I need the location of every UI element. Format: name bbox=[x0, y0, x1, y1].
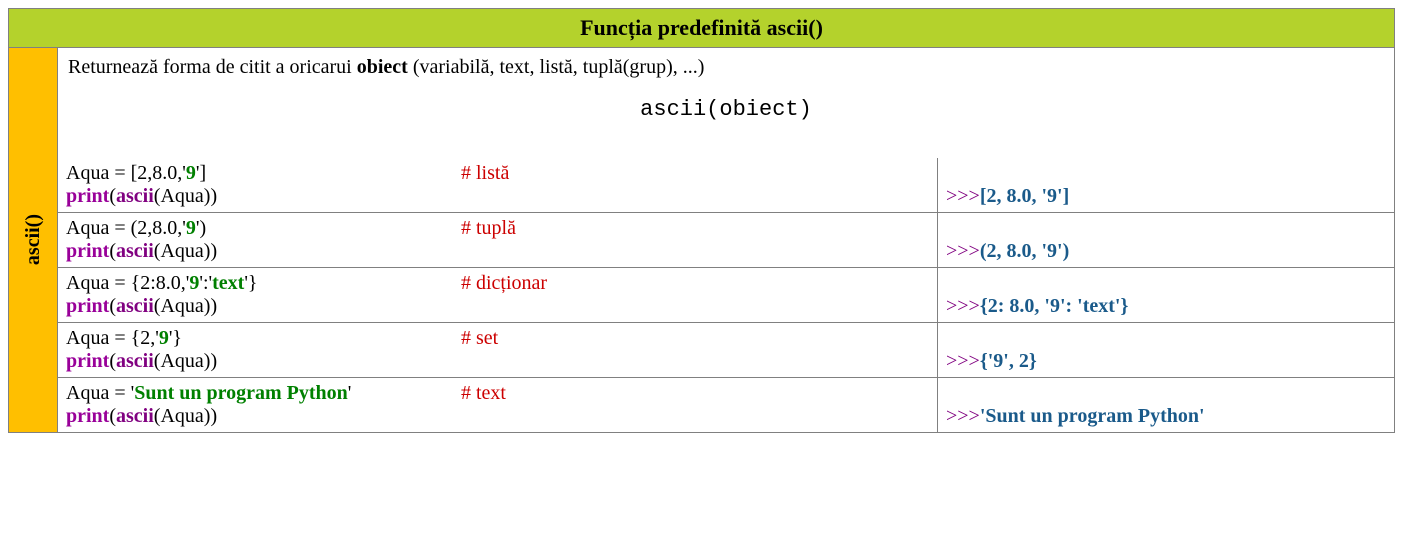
code-cell: Aqua = 'Sunt un program Python'# textpri… bbox=[58, 378, 938, 432]
code-comment: # listă bbox=[461, 162, 509, 185]
print-line: print(ascii(Aqua)) bbox=[66, 405, 929, 428]
reference-table: Funcția predefinită ascii() ascii() Retu… bbox=[8, 8, 1395, 433]
example-row: Aqua = {2:8.0,'9':'text'}# dicționarprin… bbox=[58, 267, 1394, 322]
code-cell: Aqua = {2,'9'}# setprint(ascii(Aqua)) bbox=[58, 323, 938, 377]
code-comment: # dicționar bbox=[461, 272, 547, 295]
output-cell: >>>{'9', 2} bbox=[938, 323, 1394, 377]
code-comment: # tuplă bbox=[461, 217, 516, 240]
description-suffix: (variabilă, text, listă, tuplă(grup), ..… bbox=[408, 56, 705, 78]
example-row: Aqua = [2,8.0,'9']# listăprint(ascii(Aqu… bbox=[58, 158, 1394, 212]
assignment-line: Aqua = {2:8.0,'9':'text'} bbox=[66, 272, 461, 295]
output-value: 'Sunt un program Python' bbox=[980, 405, 1205, 427]
code-cell: Aqua = [2,8.0,'9']# listăprint(ascii(Aqu… bbox=[58, 158, 938, 212]
description-object: obiect bbox=[357, 56, 408, 78]
table-title: Funcția predefinită ascii() bbox=[9, 9, 1394, 48]
assignment-line: Aqua = 'Sunt un program Python' bbox=[66, 382, 461, 405]
assignment-line: Aqua = (2,8.0,'9') bbox=[66, 217, 461, 240]
output-cell: >>>{2: 8.0, '9': 'text'} bbox=[938, 268, 1394, 322]
print-line: print(ascii(Aqua)) bbox=[66, 185, 929, 208]
assignment-line: Aqua = {2,'9'} bbox=[66, 327, 461, 350]
output-cell: >>>'Sunt un program Python' bbox=[938, 378, 1394, 432]
output-cell: >>>(2, 8.0, '9') bbox=[938, 213, 1394, 267]
function-label-cell: ascii() bbox=[9, 48, 58, 432]
code-cell: Aqua = (2,8.0,'9')# tuplăprint(ascii(Aqu… bbox=[58, 213, 938, 267]
print-line: print(ascii(Aqua)) bbox=[66, 350, 929, 373]
output-value: (2, 8.0, '9') bbox=[980, 240, 1069, 262]
print-line: print(ascii(Aqua)) bbox=[66, 295, 929, 318]
assignment-line: Aqua = [2,8.0,'9'] bbox=[66, 162, 461, 185]
code-comment: # text bbox=[461, 382, 506, 405]
example-row: Aqua = (2,8.0,'9')# tuplăprint(ascii(Aqu… bbox=[58, 212, 1394, 267]
syntax-line: ascii(obiect) bbox=[68, 97, 1384, 122]
prompt: >>> bbox=[946, 295, 980, 317]
print-line: print(ascii(Aqua)) bbox=[66, 240, 929, 263]
description-prefix: Returnează forma de citit a oricarui bbox=[68, 56, 357, 78]
description-cell: Returnează forma de citit a oricarui obi… bbox=[58, 48, 1394, 158]
output-value: {2: 8.0, '9': 'text'} bbox=[980, 295, 1129, 317]
code-cell: Aqua = {2:8.0,'9':'text'}# dicționarprin… bbox=[58, 268, 938, 322]
output-value: [2, 8.0, '9'] bbox=[980, 185, 1069, 207]
example-row: Aqua = {2,'9'}# setprint(ascii(Aqua))>>>… bbox=[58, 322, 1394, 377]
output-cell: >>>[2, 8.0, '9'] bbox=[938, 158, 1394, 212]
function-label: ascii() bbox=[22, 214, 45, 265]
output-value: {'9', 2} bbox=[980, 350, 1037, 372]
prompt: >>> bbox=[946, 240, 980, 262]
prompt: >>> bbox=[946, 185, 980, 207]
example-row: Aqua = 'Sunt un program Python'# textpri… bbox=[58, 377, 1394, 432]
prompt: >>> bbox=[946, 350, 980, 372]
code-comment: # set bbox=[461, 327, 498, 350]
content-column: Returnează forma de citit a oricarui obi… bbox=[58, 48, 1394, 432]
prompt: >>> bbox=[946, 405, 980, 427]
